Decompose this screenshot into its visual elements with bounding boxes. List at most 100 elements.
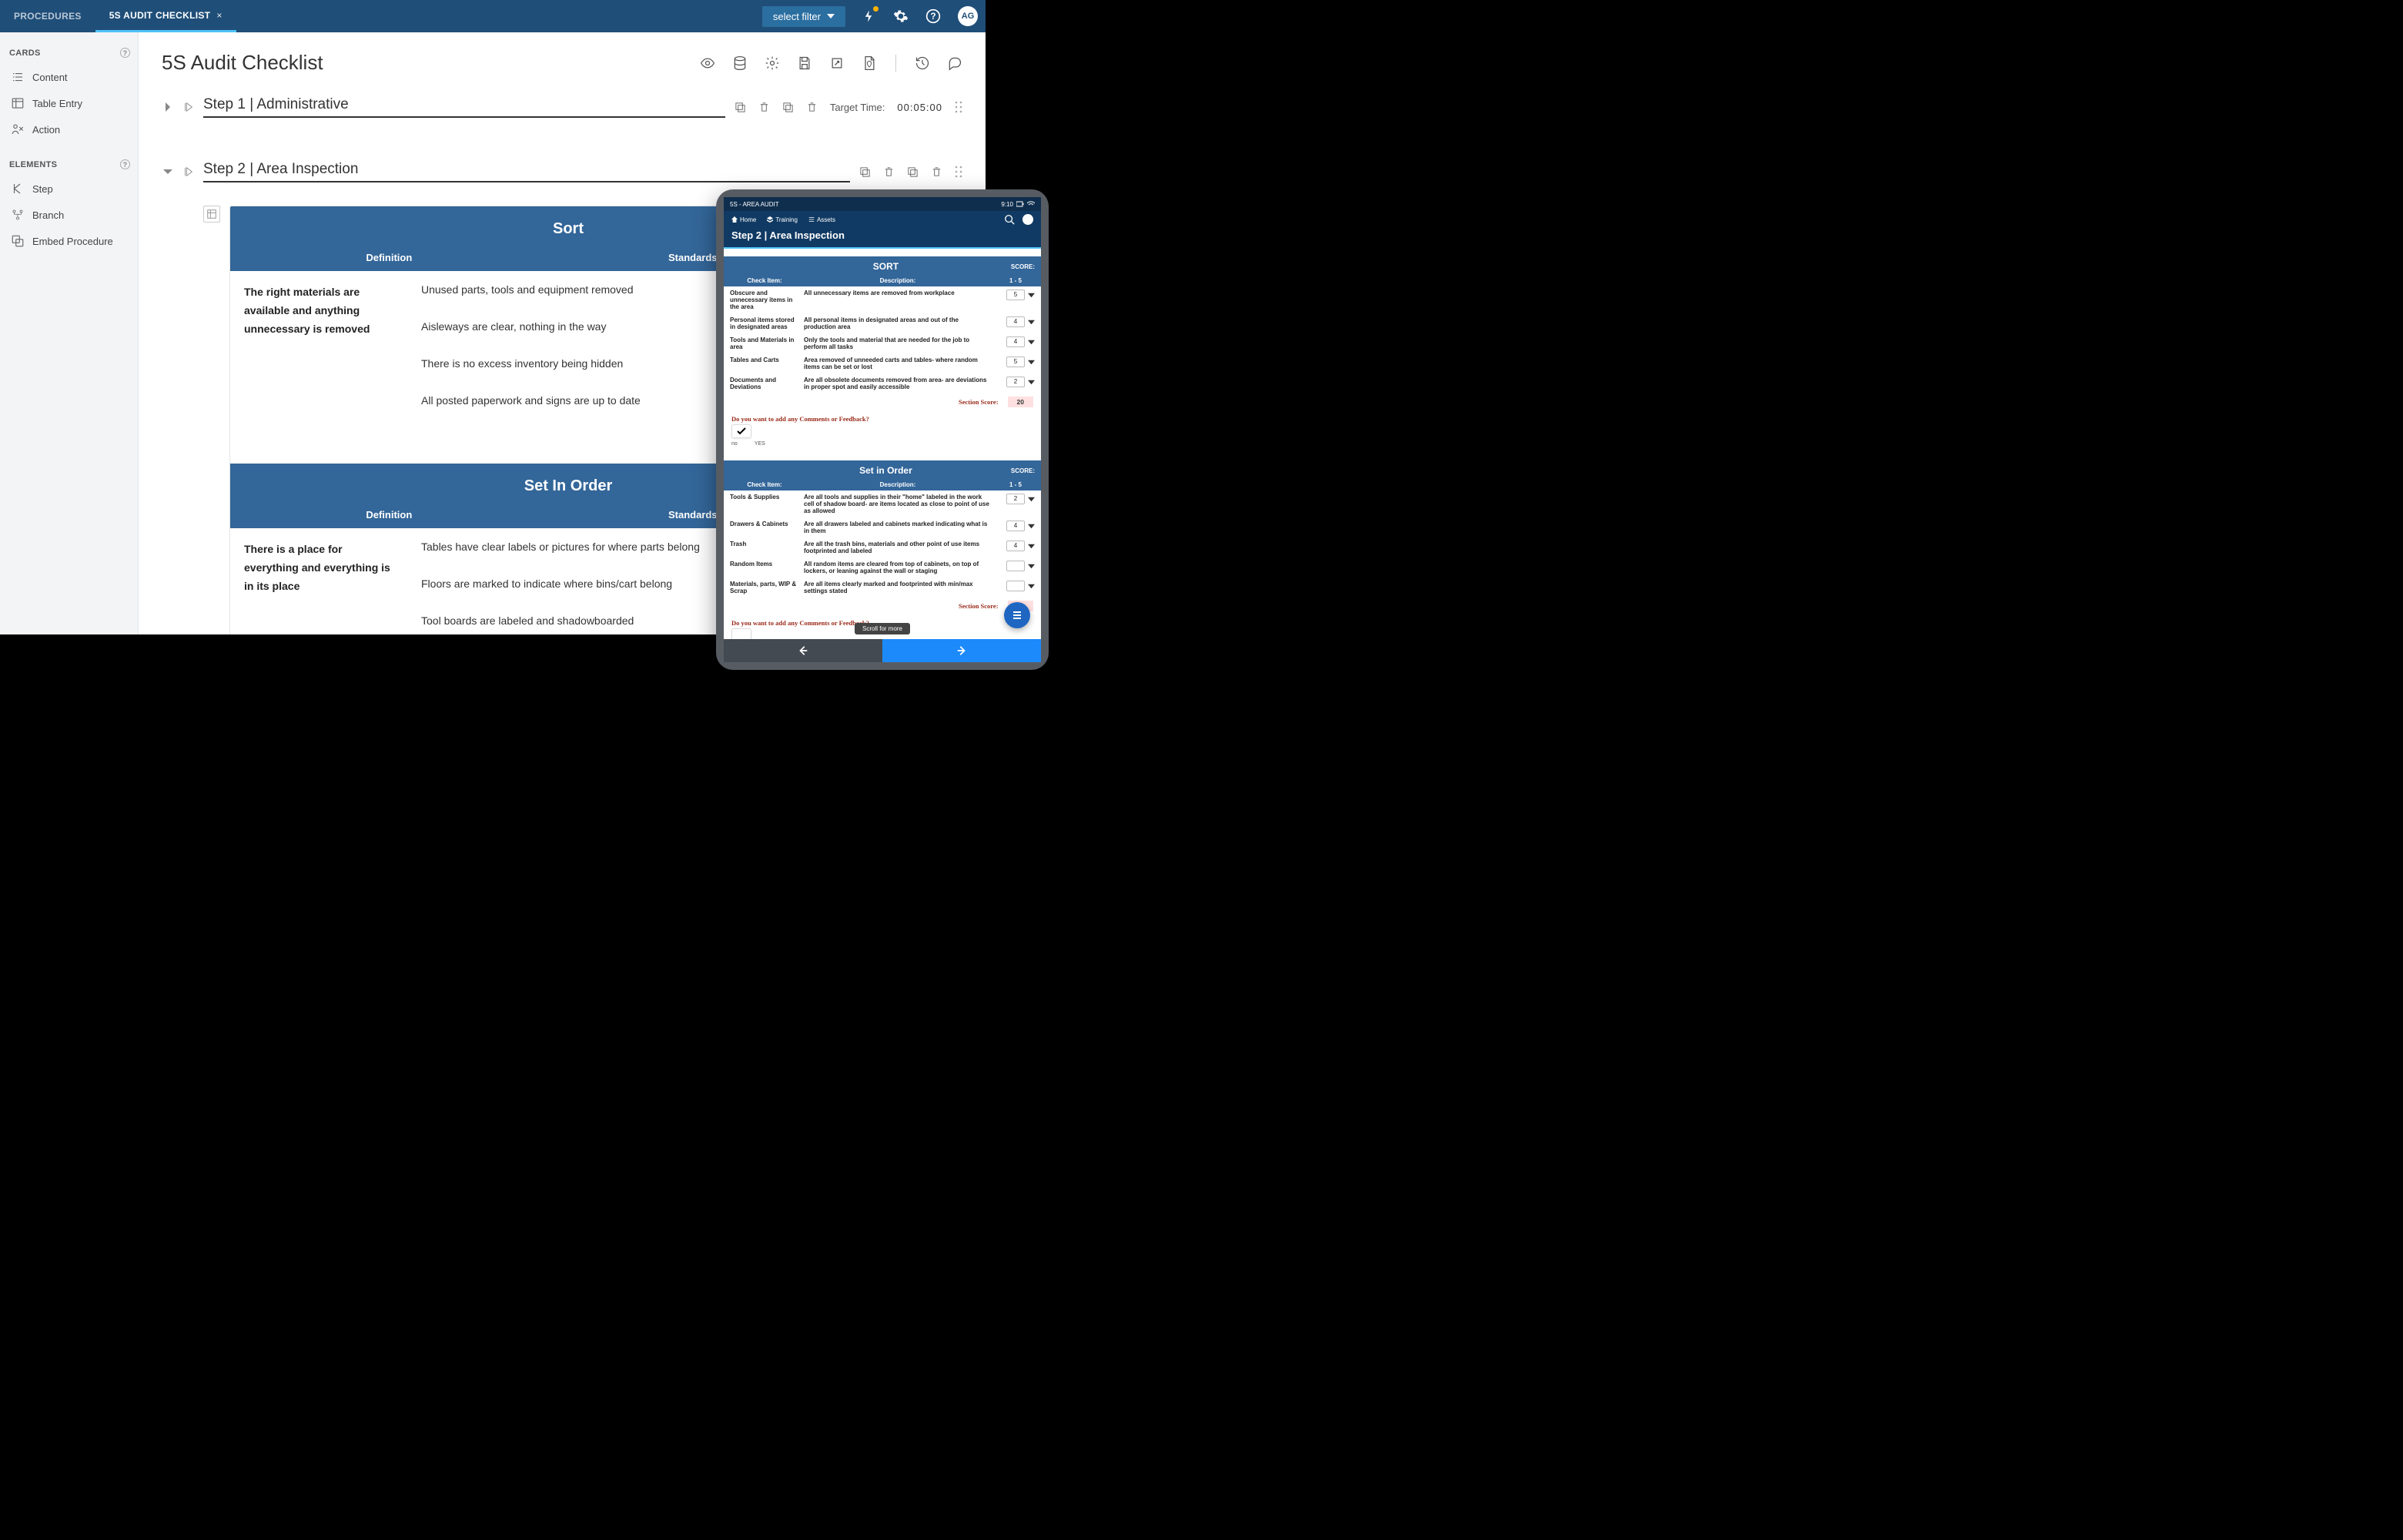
list-icon xyxy=(11,70,25,84)
tab-procedures[interactable]: PROCEDURES xyxy=(0,0,95,32)
check-description: All random items are cleared from top of… xyxy=(804,561,992,574)
settings-icon[interactable] xyxy=(765,55,780,71)
feedback-question: Do you want to add any Comments or Feedb… xyxy=(724,614,1041,628)
step-row-2: Step 2 | Area Inspection xyxy=(162,161,962,182)
crumb-training[interactable]: Training xyxy=(767,216,798,223)
chevron-down-icon[interactable] xyxy=(1028,543,1035,550)
external-link-icon[interactable] xyxy=(829,55,845,71)
help-icon[interactable]: ? xyxy=(925,8,941,24)
chevron-right-icon[interactable] xyxy=(162,101,174,113)
chevron-down-icon[interactable] xyxy=(1028,319,1035,326)
audit-row: Materials, parts, WIP & ScrapAre all ite… xyxy=(724,578,1041,598)
crumb-assets[interactable]: Assets xyxy=(808,216,835,223)
check-description: All personal items in designated areas a… xyxy=(804,316,992,330)
comment-icon[interactable] xyxy=(947,55,962,71)
close-icon[interactable]: × xyxy=(216,10,222,21)
history-icon[interactable] xyxy=(915,55,930,71)
chevron-down-icon[interactable] xyxy=(1028,292,1035,299)
trash-icon[interactable] xyxy=(758,102,770,113)
score-input[interactable]: 4 xyxy=(1006,521,1025,531)
sidebar-item-step[interactable]: Step xyxy=(8,176,130,202)
database-icon[interactable] xyxy=(732,55,748,71)
trash-icon[interactable] xyxy=(883,166,895,178)
chevron-down-icon[interactable] xyxy=(162,166,174,178)
sidebar-item-embed-procedure[interactable]: Embed Procedure xyxy=(8,228,130,254)
copy-icon[interactable] xyxy=(859,166,871,178)
skip-icon[interactable] xyxy=(183,102,194,112)
chevron-down-icon[interactable] xyxy=(1028,339,1035,346)
definition-text: The right materials are available and an… xyxy=(244,283,398,431)
feedback-toggle[interactable] xyxy=(731,424,751,438)
chevron-down-icon[interactable] xyxy=(1028,496,1035,503)
action-icon xyxy=(11,122,25,136)
chevron-down-icon[interactable] xyxy=(1028,359,1035,366)
trash-icon[interactable] xyxy=(806,102,818,113)
copy-icon[interactable] xyxy=(782,102,794,113)
copy-icon[interactable] xyxy=(907,166,919,178)
arrow-left-icon xyxy=(798,645,808,656)
audit-row: Tools and Materials in areaOnly the tool… xyxy=(724,333,1041,353)
nav-forward-button[interactable] xyxy=(882,639,1041,662)
assets-icon xyxy=(808,216,815,223)
sidebar-item-table-entry[interactable]: Table Entry xyxy=(8,90,130,116)
check-item: Documents and Deviations xyxy=(730,377,799,390)
fab-menu-button[interactable] xyxy=(1004,602,1030,628)
score-input[interactable]: 2 xyxy=(1006,377,1025,387)
select-filter-button[interactable]: select filter xyxy=(762,6,845,27)
score-input[interactable]: 5 xyxy=(1006,357,1025,367)
help-icon[interactable]: ? xyxy=(120,48,130,58)
check-item: Tools and Materials in area xyxy=(730,336,799,350)
target-time-value[interactable]: 00:05:00 xyxy=(897,102,942,113)
copy-icon[interactable] xyxy=(735,102,746,113)
card-type-icon[interactable] xyxy=(203,206,220,223)
sidebar: CARDS ? Content Table Entry Action xyxy=(0,32,139,634)
check-description: Are all obsolete documents removed from … xyxy=(804,377,992,390)
drag-handle-icon[interactable] xyxy=(955,166,962,178)
tablet-scroll[interactable]: SORT SCORE: Check Item: Description: 1 -… xyxy=(724,249,1041,662)
skip-icon[interactable] xyxy=(183,166,194,177)
avatar[interactable]: AG xyxy=(958,6,978,26)
score-input[interactable]: 4 xyxy=(1006,336,1025,347)
tab-5s-audit[interactable]: 5S AUDIT CHECKLIST × xyxy=(95,0,236,32)
tablet-crumbs: Home Training Assets xyxy=(731,216,835,223)
sidebar-item-label: Branch xyxy=(32,209,64,221)
drag-handle-icon[interactable] xyxy=(955,101,962,113)
check-icon xyxy=(737,427,746,436)
chevron-down-icon[interactable] xyxy=(1028,583,1035,590)
chevron-down-icon[interactable] xyxy=(1028,563,1035,570)
sidebar-item-branch[interactable]: Branch xyxy=(8,202,130,228)
step-title[interactable]: Step 2 | Area Inspection xyxy=(203,161,850,182)
chevron-down-icon[interactable] xyxy=(1028,379,1035,386)
nav-back-button[interactable] xyxy=(724,639,882,662)
bolt-icon[interactable] xyxy=(861,8,876,24)
save-icon[interactable] xyxy=(797,55,812,71)
check-description: Are all the trash bins, materials and ot… xyxy=(804,541,992,554)
step-title[interactable]: Step 1 | Administrative xyxy=(203,96,725,118)
check-item: Personal items stored in designated area… xyxy=(730,316,799,330)
target-time-label: Target Time: xyxy=(830,102,885,113)
home-icon xyxy=(731,216,738,223)
search-icon[interactable] xyxy=(1004,214,1015,225)
audit-row: Tables and CartsArea removed of unneeded… xyxy=(724,353,1041,373)
sidebar-item-action[interactable]: Action xyxy=(8,116,130,142)
score-input[interactable] xyxy=(1006,581,1025,591)
score-input[interactable] xyxy=(1006,561,1025,571)
trash-icon[interactable] xyxy=(931,166,942,178)
crumb-home[interactable]: Home xyxy=(731,216,756,223)
avatar-icon[interactable] xyxy=(1022,214,1033,225)
chevron-down-icon[interactable] xyxy=(1028,523,1035,530)
audit-row: Documents and Deviations Are all obsolete… xyxy=(724,373,1041,393)
sidebar-item-content[interactable]: Content xyxy=(8,64,130,90)
score-input[interactable]: 2 xyxy=(1006,494,1025,504)
gear-icon[interactable] xyxy=(893,8,909,24)
sidebar-section-cards: CARDS ? xyxy=(9,48,130,58)
sidebar-item-label: Content xyxy=(32,72,68,83)
score-input[interactable]: 4 xyxy=(1006,541,1025,551)
score-input[interactable]: 4 xyxy=(1006,316,1025,327)
pdf-icon[interactable] xyxy=(862,55,877,71)
eye-icon[interactable] xyxy=(700,55,715,71)
battery-icon xyxy=(1016,201,1024,207)
score-input[interactable]: 5 xyxy=(1006,290,1025,300)
divider xyxy=(895,55,896,72)
help-icon[interactable]: ? xyxy=(120,159,130,169)
